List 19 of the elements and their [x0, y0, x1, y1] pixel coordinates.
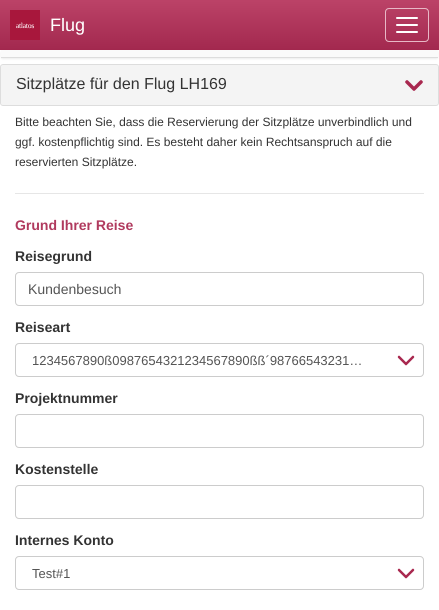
field-label: Internes Konto — [15, 531, 115, 550]
menu-button[interactable] — [385, 8, 429, 42]
input-field[interactable] — [15, 414, 424, 448]
page-title: Flug — [50, 14, 86, 36]
select-field[interactable]: 1234567890ß0987654321234567890ßß´98766543231… — [15, 343, 424, 377]
input-field[interactable] — [15, 485, 424, 519]
field-label: Kostenstelle — [15, 460, 100, 479]
field-label: Reiseart — [15, 318, 72, 337]
field-label: Projektnummer — [15, 389, 119, 408]
chevron-icon — [405, 79, 423, 91]
select-field[interactable]: Test#1 — [15, 556, 424, 590]
field-label: Reisegrund — [15, 247, 94, 266]
section-title: Grund Ihrer Reise — [15, 216, 134, 235]
panel-header[interactable]: Sitzplätze für den Flug LH169 — [0, 64, 439, 106]
notice-text: Bitte beachten Sie, dass die Reservierung der Sitzplätze unverbindlich und ggf. kostenpflichtig sind. Es besteht daher kein Rechtsanspruch auf die reservierten Sitzplätze. — [15, 114, 413, 171]
chevron-icon — [397, 354, 415, 366]
chevron-icon — [397, 567, 415, 579]
input-field[interactable]: Kundenbesuch — [15, 272, 424, 306]
panel-title: Sitzplätze für den Flug LH169 — [16, 76, 228, 94]
